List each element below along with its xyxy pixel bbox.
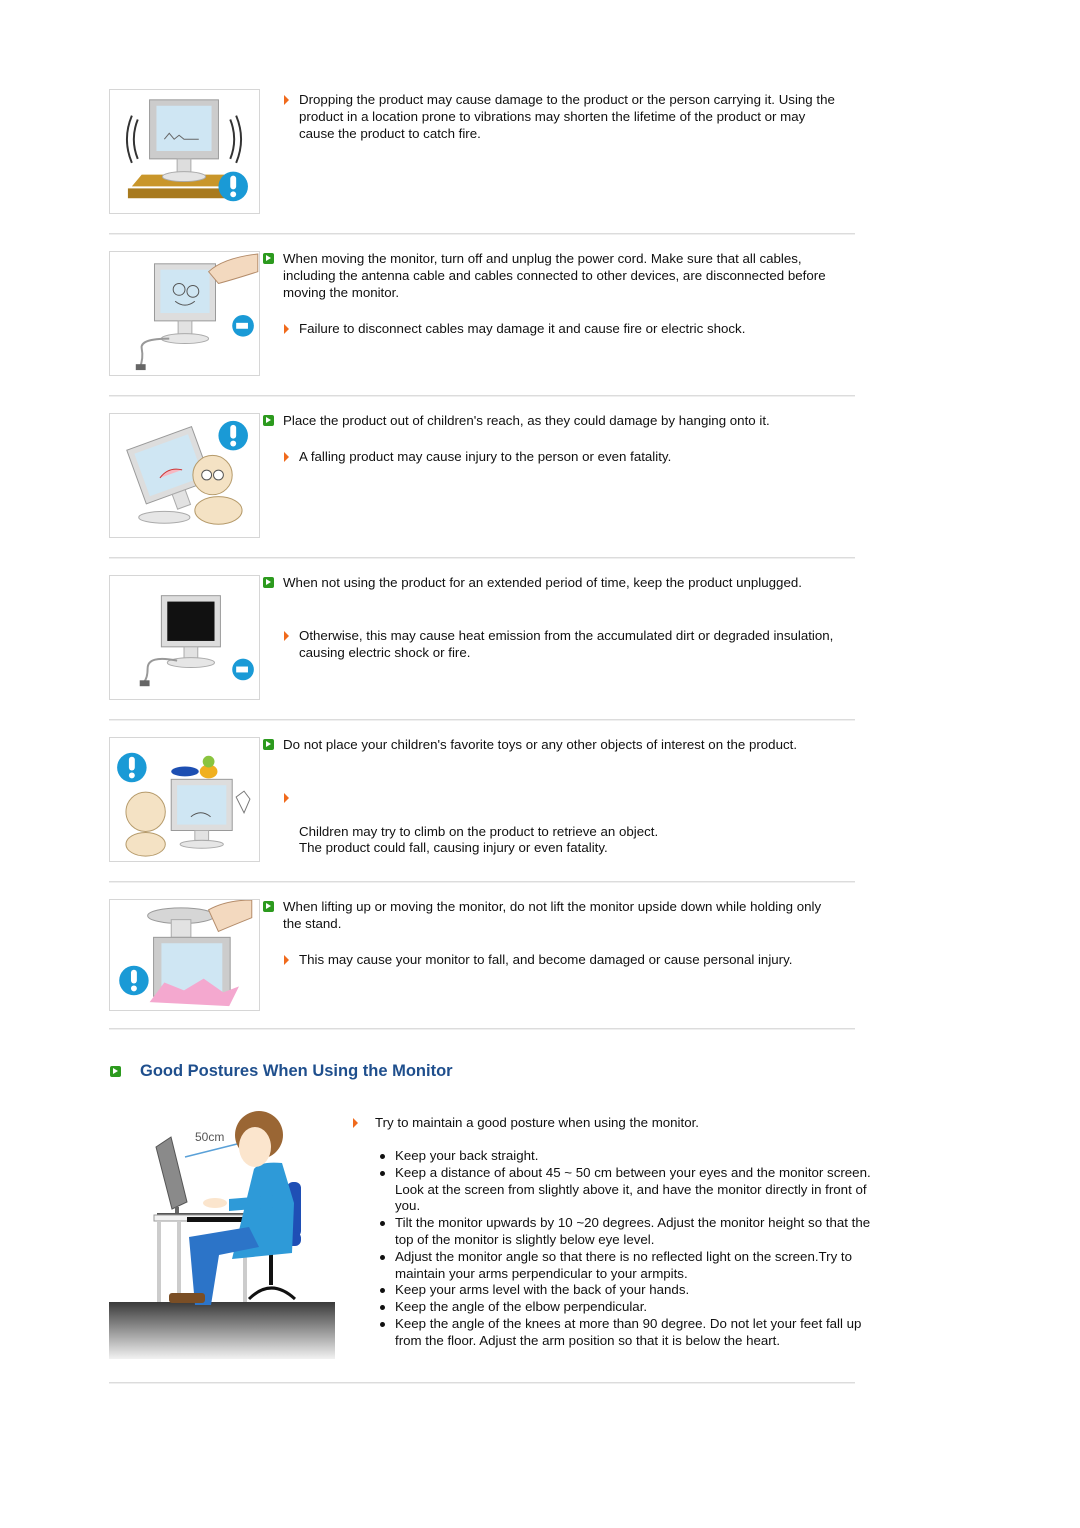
section-heading: Good Postures When Using the Monitor	[140, 1062, 453, 1080]
safety-instruction: When not using the product for an extend…	[263, 575, 843, 592]
list-item: Keep the angle of the elbow perpendicula…	[380, 1299, 875, 1316]
list-item: Keep the angle of the knees at more than…	[380, 1316, 875, 1350]
safety-instruction-text: Place the product out of children's reac…	[283, 413, 770, 428]
illustration-child-hanging-monitor	[109, 413, 260, 538]
orange-arrow-icon	[353, 1118, 358, 1128]
list-item: Keep your back straight.	[380, 1148, 875, 1165]
green-arrow-icon	[263, 415, 274, 426]
warning-detail: Children may try to climb on the product…	[284, 790, 844, 857]
list-item: Adjust the monitor angle so that there i…	[380, 1249, 875, 1283]
safety-instruction: Place the product out of children's reac…	[263, 413, 843, 430]
warning-detail: This may cause your monitor to fall, and…	[284, 952, 844, 969]
warning-detail-text: Dropping the product may cause damage to…	[299, 92, 835, 141]
orange-arrow-icon	[284, 324, 289, 334]
orange-arrow-icon	[284, 631, 289, 641]
illustration-monitor-unplugged	[109, 575, 260, 700]
divider	[109, 1028, 855, 1030]
illustration-good-posture: 50cm	[109, 1107, 335, 1359]
green-arrow-icon	[263, 577, 274, 588]
orange-arrow-icon	[284, 955, 289, 965]
warning-detail: Otherwise, this may cause heat emission …	[284, 628, 844, 662]
safety-instruction-text: When not using the product for an extend…	[283, 575, 802, 590]
green-arrow-icon	[263, 901, 274, 912]
divider	[109, 881, 855, 883]
safety-instruction: When moving the monitor, turn off and un…	[263, 251, 843, 301]
green-arrow-icon	[263, 253, 274, 264]
illustration-monitor-vibration	[109, 89, 260, 214]
divider	[109, 395, 855, 397]
warning-detail-text: Failure to disconnect cables may damage …	[299, 321, 746, 336]
posture-intro: Try to maintain a good posture when usin…	[353, 1115, 855, 1132]
warning-detail-text: Children may try to climb on the product…	[299, 823, 659, 856]
list-item: Keep your arms level with the back of yo…	[380, 1282, 875, 1299]
posture-tips-list: Keep your back straight. Keep a distance…	[375, 1148, 875, 1350]
safety-instruction: When lifting up or moving the monitor, d…	[263, 899, 843, 933]
list-item: Tilt the monitor upwards by 10 ~20 degre…	[380, 1215, 875, 1249]
safety-instruction-text: When moving the monitor, turn off and un…	[283, 251, 826, 300]
safety-instruction-text: When lifting up or moving the monitor, d…	[283, 899, 822, 931]
green-arrow-icon	[263, 739, 274, 750]
orange-arrow-icon	[284, 452, 289, 462]
posture-intro-text: Try to maintain a good posture when usin…	[375, 1115, 699, 1130]
green-arrow-icon	[110, 1066, 121, 1077]
orange-arrow-icon	[284, 793, 289, 803]
divider	[109, 1382, 855, 1384]
divider	[109, 233, 855, 235]
warning-detail-text: This may cause your monitor to fall, and…	[299, 952, 793, 967]
safety-instruction: Do not place your children's favorite to…	[263, 737, 843, 754]
illustration-monitor-upside-down	[109, 899, 260, 1011]
warning-detail-text: A falling product may cause injury to th…	[299, 449, 672, 464]
illustration-unplug-monitor	[109, 251, 260, 376]
orange-arrow-icon	[284, 95, 289, 105]
distance-label: 50cm	[195, 1130, 224, 1144]
warning-detail: Dropping the product may cause damage to…	[284, 92, 844, 142]
illustration-toys-on-monitor	[109, 737, 260, 862]
list-item: Keep a distance of about 45 ~ 50 cm betw…	[380, 1165, 875, 1215]
warning-detail: Failure to disconnect cables may damage …	[284, 321, 844, 338]
safety-instruction-text: Do not place your children's favorite to…	[283, 737, 798, 752]
warning-detail-text: Otherwise, this may cause heat emission …	[299, 628, 834, 660]
warning-detail: A falling product may cause injury to th…	[284, 449, 844, 466]
divider	[109, 557, 855, 559]
divider	[109, 719, 855, 721]
